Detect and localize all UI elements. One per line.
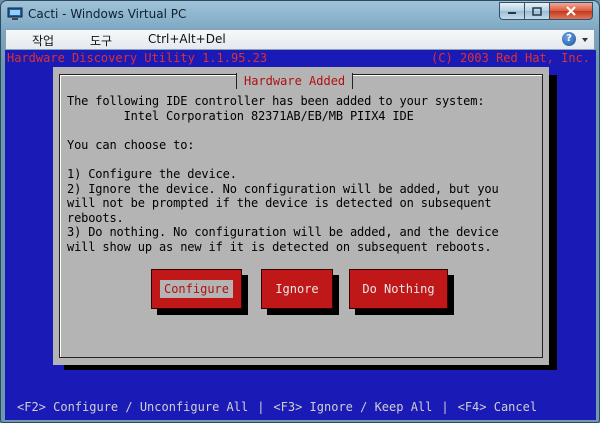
help-icon[interactable]: ? <box>562 32 576 46</box>
menu-action[interactable]: 작업 <box>32 32 54 49</box>
close-icon <box>566 6 576 16</box>
title-bar[interactable]: Cacti - Windows Virtual PC <box>1 1 599 29</box>
dialog-message: The following IDE controller has been ad… <box>67 94 499 254</box>
f2-hint: <F2> Configure / Unconfigure All <box>17 400 249 414</box>
copyright: (C) 2003 Red Hat, Inc. <box>431 51 590 65</box>
f4-hint: <F4> Cancel <box>457 400 538 414</box>
function-key-bar: <F2> Configure / Unconfigure All | <F3> Ig… <box>17 400 537 414</box>
menu-ctrl-alt-del[interactable]: Ctrl+Alt+Del <box>148 32 226 46</box>
dialog-title: Hardware Added <box>236 73 354 90</box>
vm-console[interactable]: Hardware Discovery Utility 1.1.95.23 (C)… <box>5 50 596 420</box>
vm-window: Cacti - Windows Virtual PC 작업 도구 Ctrl+Al… <box>0 0 600 423</box>
window-controls <box>499 2 593 22</box>
menu-tools[interactable]: 도구 <box>90 32 112 49</box>
menu-bar: 작업 도구 Ctrl+Alt+Del ? <box>5 29 595 50</box>
ignore-button[interactable]: Ignore <box>261 269 333 309</box>
configure-button[interactable]: Configure <box>151 269 242 309</box>
do-nothing-button[interactable]: Do Nothing <box>349 269 448 309</box>
utility-title: Hardware Discovery Utility 1.1.95.23 <box>7 51 268 65</box>
minimize-button[interactable] <box>499 2 525 20</box>
separator: | <box>441 400 449 414</box>
help-dropdown-icon[interactable] <box>582 38 588 42</box>
separator: | <box>257 400 265 414</box>
ignore-button-label: Ignore <box>275 282 319 296</box>
do-nothing-button-label: Do Nothing <box>362 282 435 296</box>
configure-button-label: Configure <box>159 280 234 298</box>
close-button[interactable] <box>550 2 593 20</box>
minimize-icon <box>508 12 516 14</box>
hardware-added-dialog: Hardware Added The following IDE control… <box>53 67 549 365</box>
virtual-pc-icon <box>7 7 23 20</box>
f3-hint: <F3> Ignore / Keep All <box>273 400 433 414</box>
maximize-button[interactable] <box>525 2 550 20</box>
window-title: Cacti - Windows Virtual PC <box>28 7 187 21</box>
maximize-icon <box>532 6 542 16</box>
